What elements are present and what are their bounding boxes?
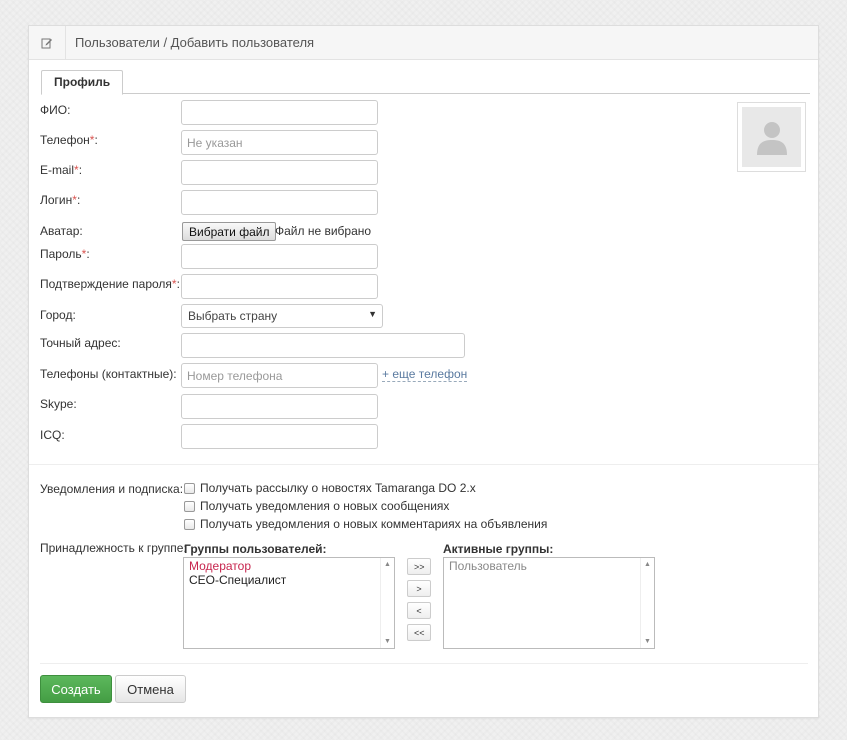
phone-label: Телефон*: [40,133,98,147]
email-input[interactable] [181,160,378,185]
password-input[interactable] [181,244,378,269]
password-label: Пароль*: [40,247,90,261]
header-icon-box [29,26,66,59]
city-label: Город: [40,308,76,322]
messages-checkbox[interactable] [184,500,195,512]
groups-label: Принадлежность к группе: [40,541,187,555]
address-input[interactable] [181,333,465,358]
scroll-up-icon[interactable]: ▲ [384,561,391,568]
city-select-value: Выбрать страну [188,309,278,323]
comments-checkbox[interactable] [184,518,195,530]
divider [40,663,808,664]
icq-input[interactable] [181,424,378,449]
skype-label: Skype: [40,397,77,411]
add-user-panel: Пользователи / Добавить пользователя Про… [28,25,819,718]
city-select[interactable]: Выбрать страну ▼ [181,304,383,328]
available-groups-list[interactable]: Модератор СЕО-Специалист ▲ ▼ [183,557,395,649]
fio-input[interactable] [181,100,378,125]
newsletter-option[interactable]: Получать рассылку о новостях Tamaranga D… [184,481,476,495]
active-groups-title: Активные группы: [443,542,554,556]
password-confirm-input[interactable] [181,274,378,299]
list-item[interactable]: Модератор [189,559,389,573]
move-right-button[interactable]: > [407,580,431,597]
avatar-label: Аватар: [40,224,83,238]
comments-option[interactable]: Получать уведомления о новых комментария… [184,517,547,531]
list-item[interactable]: СЕО-Специалист [189,573,389,587]
messages-option[interactable]: Получать уведомления о новых сообщениях [184,499,449,513]
panel-header: Пользователи / Добавить пользователя [29,26,818,60]
scrollbar[interactable]: ▲ ▼ [640,558,654,648]
add-phone-link[interactable]: + еще телефон [382,368,468,382]
address-label: Точный адрес: [40,336,121,350]
login-label: Логин*: [40,193,81,207]
user-silhouette-icon [756,122,787,155]
tabs-bar: Профиль [41,70,810,95]
scrollbar[interactable]: ▲ ▼ [380,558,394,648]
avatar-preview [737,102,806,172]
available-groups-title: Группы пользователей: [184,542,327,556]
tab-profile[interactable]: Профиль [41,70,124,95]
move-all-left-button[interactable]: << [407,624,431,641]
list-item[interactable]: Пользователь [449,559,649,573]
password-confirm-label: Подтверждение пароля*: [40,277,180,291]
breadcrumb: Пользователи / Добавить пользователя [75,35,315,50]
icq-label: ICQ: [40,428,65,442]
move-all-right-button[interactable]: >> [407,558,431,575]
login-input[interactable] [181,190,378,215]
skype-input[interactable] [181,394,378,419]
email-label: E-mail*: [40,163,83,177]
contact-phones-label: Телефоны (контактные): [40,367,177,381]
scroll-up-icon[interactable]: ▲ [644,561,651,568]
newsletter-checkbox[interactable] [184,482,195,494]
contact-phone-input[interactable] [181,363,378,388]
phone-input[interactable] [181,130,378,155]
divider [29,464,818,465]
edit-icon [41,38,52,48]
dropdown-arrow-icon: ▼ [368,309,377,319]
scroll-down-icon[interactable]: ▼ [384,638,391,645]
active-groups-list[interactable]: Пользователь ▲ ▼ [443,557,655,649]
file-status: Файл не вибрано [275,224,372,238]
move-left-button[interactable]: < [407,602,431,619]
create-button[interactable]: Создать [40,675,112,703]
choose-file-button[interactable]: Вибрати файл [182,222,277,241]
scroll-down-icon[interactable]: ▼ [644,638,651,645]
fio-label: ФИО: [40,103,71,117]
cancel-button[interactable]: Отмена [115,675,186,703]
notifications-label: Уведомления и подписка: [40,482,184,496]
